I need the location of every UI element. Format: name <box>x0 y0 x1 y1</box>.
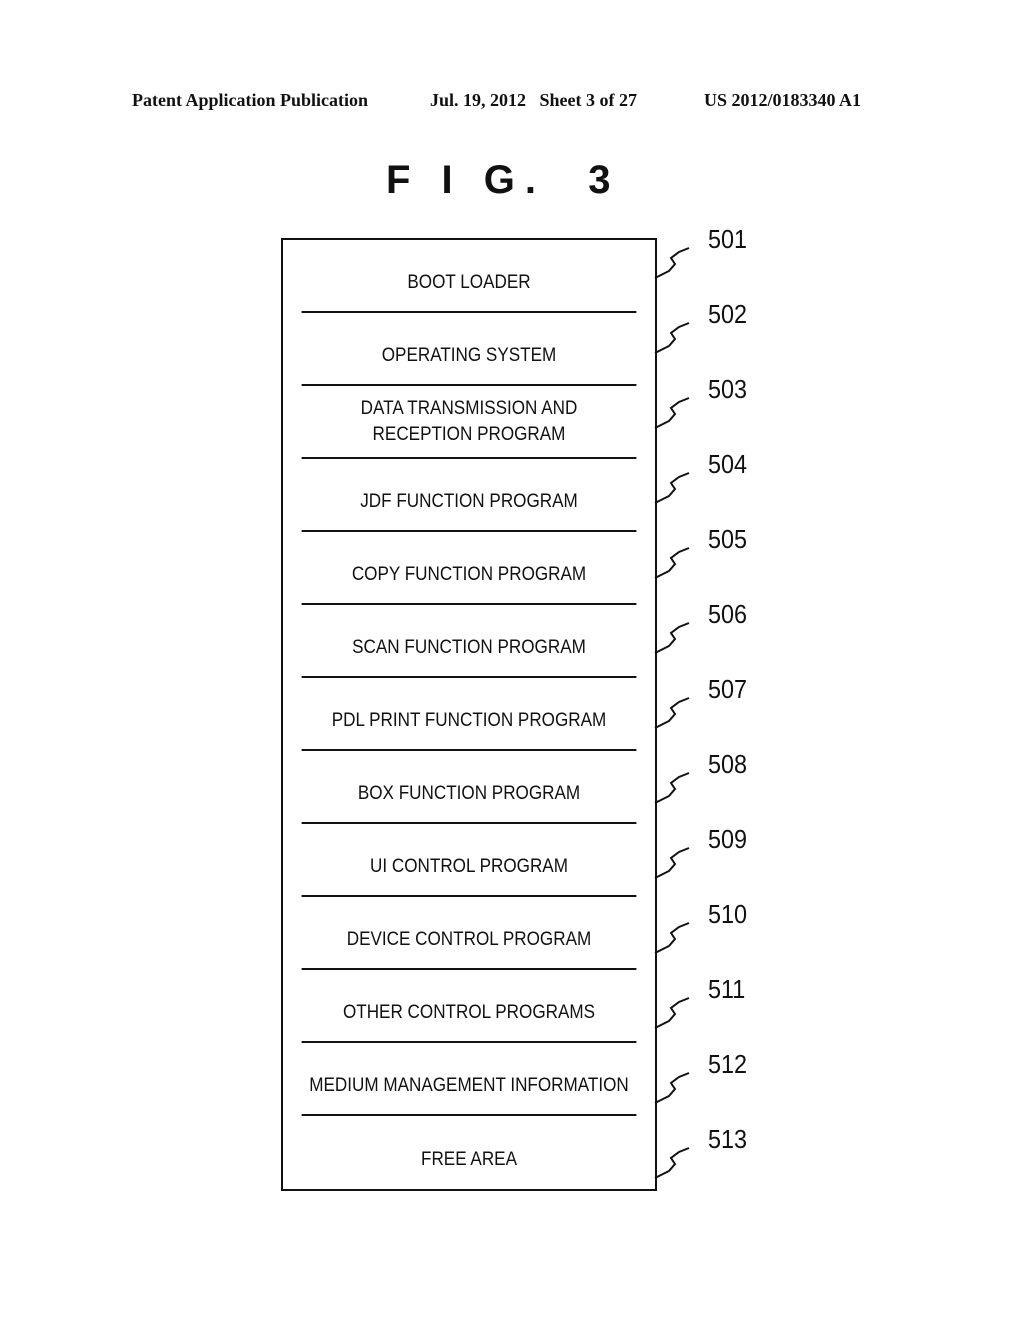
figure-title: F I G. 3 <box>386 158 621 202</box>
layer-copy-function: COPY FUNCTION PROGRAM <box>301 532 637 605</box>
date-sheet-label: Jul. 19, 2012 Sheet 3 of 27 <box>430 90 637 110</box>
layer-medium-management: MEDIUM MANAGEMENT INFORMATION <box>301 1043 637 1116</box>
reference-numeral-504: 504 <box>708 449 748 479</box>
layer-label: DEVICE CONTROL PROGRAM <box>346 928 592 950</box>
leader-squiggle-502 <box>654 322 690 354</box>
layer-label: JDF FUNCTION PROGRAM <box>360 490 578 512</box>
reference-numeral-501: 501 <box>708 224 748 254</box>
reference-numeral-510: 510 <box>708 899 748 929</box>
reference-numeral-512: 512 <box>708 1049 748 1079</box>
layer-label: MEDIUM MANAGEMENT INFORMATION <box>309 1074 629 1096</box>
layer-free-area: FREE AREA <box>302 1116 637 1189</box>
reference-numeral-503: 503 <box>708 374 748 404</box>
leader-squiggle-503 <box>654 397 690 429</box>
layer-label: OPERATING SYSTEM <box>381 344 557 366</box>
publication-label: Patent Application Publication <box>132 90 369 110</box>
layer-device-control: DEVICE CONTROL PROGRAM <box>301 897 637 970</box>
layer-label-line1: DATA TRANSMISSION AND <box>360 397 578 419</box>
layer-box-function: BOX FUNCTION PROGRAM <box>301 751 637 824</box>
layer-label: UI CONTROL PROGRAM <box>370 855 568 877</box>
leader-squiggle-513 <box>654 1147 690 1179</box>
layer-operating-system: OPERATING SYSTEM <box>301 313 637 386</box>
leader-squiggle-509 <box>654 847 690 879</box>
layer-label: BOOT LOADER <box>407 271 531 293</box>
leader-squiggle-506 <box>654 622 690 654</box>
layer-label: SCAN FUNCTION PROGRAM <box>352 636 586 658</box>
reference-numeral-507: 507 <box>708 674 748 704</box>
leader-squiggle-505 <box>654 547 690 579</box>
layer-label: PDL PRINT FUNCTION PROGRAM <box>331 709 607 731</box>
reference-numeral-506: 506 <box>708 599 748 629</box>
reference-numeral-505: 505 <box>708 524 748 554</box>
reference-numeral-509: 509 <box>708 824 748 854</box>
layer-ui-control: UI CONTROL PROGRAM <box>301 824 637 897</box>
reference-numeral-502: 502 <box>708 299 748 329</box>
layer-data-transmission-reception: DATA TRANSMISSION AND RECEPTION PROGRAM <box>301 386 637 459</box>
layer-jdf-function: JDF FUNCTION PROGRAM <box>301 459 637 532</box>
reference-numeral-513: 513 <box>708 1124 748 1154</box>
leader-squiggle-504 <box>654 472 690 504</box>
layer-label: OTHER CONTROL PROGRAMS <box>342 1001 596 1023</box>
layer-scan-function: SCAN FUNCTION PROGRAM <box>301 605 637 678</box>
reference-numeral-511: 511 <box>708 974 746 1004</box>
leader-squiggle-510 <box>654 922 690 954</box>
layer-boot-loader: BOOT LOADER <box>301 240 637 313</box>
leader-squiggle-512 <box>654 1072 690 1104</box>
layer-label: FREE AREA <box>421 1148 517 1170</box>
leader-squiggle-501 <box>654 247 690 279</box>
layer-label: COPY FUNCTION PROGRAM <box>351 563 587 585</box>
patent-number: US 2012/0183340 A1 <box>704 90 862 110</box>
leader-squiggle-511 <box>654 997 690 1029</box>
memory-layer-stack: BOOT LOADER OPERATING SYSTEM DATA TRANSM… <box>281 238 657 1191</box>
leader-squiggle-507 <box>654 697 690 729</box>
leader-squiggle-508 <box>654 772 690 804</box>
layer-pdl-print-function: PDL PRINT FUNCTION PROGRAM <box>301 678 637 751</box>
layer-other-control: OTHER CONTROL PROGRAMS <box>301 970 637 1043</box>
layer-label: BOX FUNCTION PROGRAM <box>357 782 581 804</box>
layer-label-line2: RECEPTION PROGRAM <box>372 423 566 445</box>
reference-numeral-508: 508 <box>708 749 748 779</box>
